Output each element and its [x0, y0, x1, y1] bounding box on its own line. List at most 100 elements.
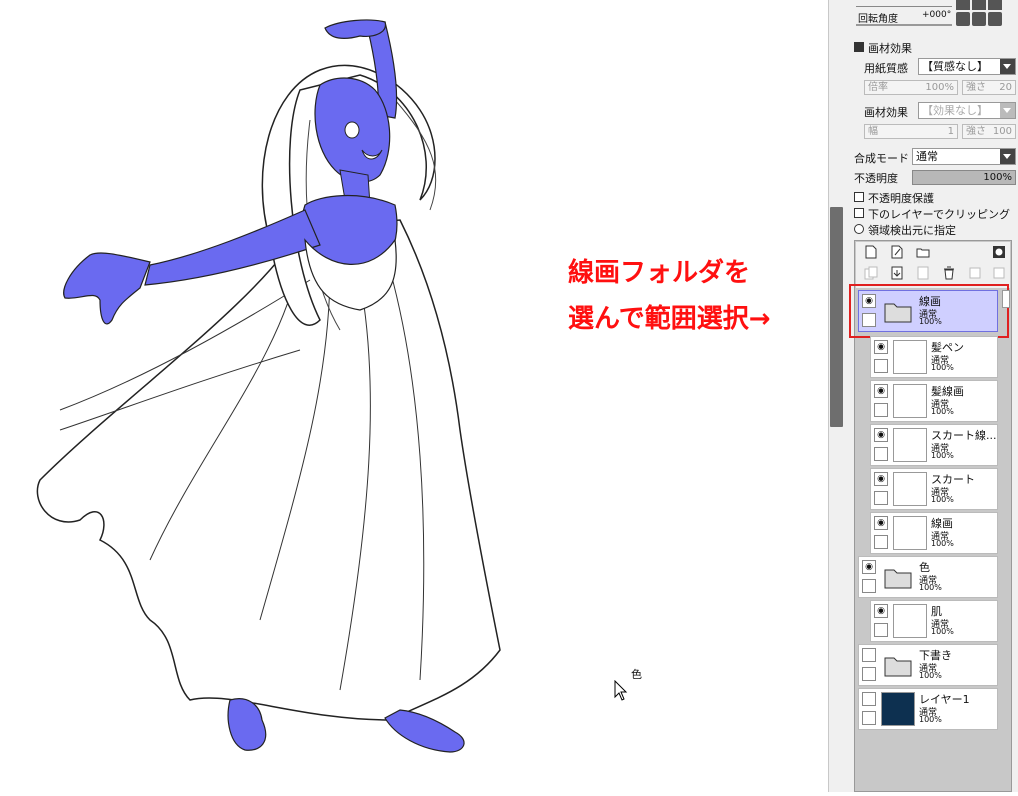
protect-opacity-checkbox[interactable]	[854, 192, 864, 202]
pen-lock-icon[interactable]	[874, 535, 888, 549]
layer-opacity: 100%	[931, 363, 954, 372]
rotation-label: 回転角度	[858, 14, 898, 25]
merge-down-icon[interactable]	[890, 266, 904, 280]
eye-icon[interactable]: ◉	[874, 604, 888, 618]
layer-item-skin[interactable]: ◉ 肌 通常 100%	[870, 600, 998, 642]
opacity-value: 100%	[983, 172, 1012, 183]
eye-icon[interactable]: ◉	[874, 472, 888, 486]
layer-mask-icon[interactable]	[992, 245, 1006, 259]
new-folder-icon[interactable]	[916, 245, 930, 259]
layer-item-hair-lineart[interactable]: ◉ 髪線画 通常 100%	[870, 380, 998, 422]
rotate-right-button[interactable]	[972, 12, 986, 26]
paper-strength-value: 20	[999, 82, 1012, 93]
pen-lock-icon[interactable]	[874, 491, 888, 505]
layer-opacity: 100%	[931, 495, 954, 504]
rotation-value: +000°	[922, 10, 952, 20]
annotation-line-2: 選んで範囲選択→	[568, 304, 771, 334]
copy-layer-icon[interactable]	[864, 266, 878, 280]
layer-opacity: 100%	[931, 407, 954, 416]
clip-lower-checkbox[interactable]	[854, 208, 864, 218]
effect-width-field: 幅 1	[864, 124, 958, 139]
delete-layer-icon[interactable]	[942, 266, 956, 280]
eye-hidden-icon[interactable]	[862, 692, 876, 706]
eye-hidden-icon[interactable]	[862, 648, 876, 662]
blend-mode-select[interactable]: 通常	[912, 148, 1016, 165]
layer-properties-icon[interactable]	[992, 266, 1006, 280]
new-pen-layer-icon[interactable]	[890, 245, 904, 259]
layer-opacity: 100%	[931, 627, 954, 636]
layer-thumbnail	[893, 516, 927, 550]
effect-strength-field: 強さ 100	[962, 124, 1016, 139]
eye-icon[interactable]: ◉	[874, 516, 888, 530]
layer-toolbar	[856, 242, 1010, 288]
zoom-slider[interactable]	[856, 0, 952, 7]
paper-rate-field: 倍率 100%	[864, 80, 958, 95]
paper-strength-field: 強さ 20	[962, 80, 1016, 95]
drawing-canvas[interactable]: 線画フォルダを 選んで範囲選択→ 色	[0, 0, 828, 792]
effect-strength-label: 強さ	[966, 126, 986, 137]
paper-select[interactable]: 【質感なし】	[918, 58, 1016, 75]
zoom-reset-button[interactable]	[988, 0, 1002, 10]
layer-thumbnail	[893, 340, 927, 374]
eye-icon[interactable]: ◉	[874, 428, 888, 442]
new-layer-icon[interactable]	[864, 245, 878, 259]
layer-opacity: 100%	[919, 715, 942, 724]
eye-icon[interactable]: ◉	[874, 384, 888, 398]
rotate-left-button[interactable]	[956, 12, 970, 26]
opacity-slider[interactable]: 100%	[912, 170, 1016, 185]
layer-list-scroll-thumb[interactable]	[1002, 290, 1010, 308]
layer-thumbnail	[893, 428, 927, 462]
effect-label: 画材効果	[864, 106, 908, 119]
blend-mode-label: 合成モード	[854, 152, 909, 165]
pen-lock-icon[interactable]	[862, 667, 876, 681]
folder-icon	[884, 569, 912, 589]
effect-strength-value: 100	[992, 126, 1012, 137]
effect-width-label: 幅	[868, 126, 878, 137]
layer-thumbnail	[893, 604, 927, 638]
eye-icon[interactable]: ◉	[874, 340, 888, 354]
layer-opacity: 100%	[931, 539, 954, 548]
pen-lock-icon[interactable]	[862, 711, 876, 725]
layer-item-skirt[interactable]: ◉ スカート 通常 100%	[870, 468, 998, 510]
layer-item-layer1[interactable]: レイヤー1 通常 100%	[858, 688, 998, 730]
selection-source-radio[interactable]	[854, 224, 864, 234]
effect-select-value: 【効果なし】	[922, 104, 988, 117]
annotation-line-1: 線画フォルダを	[568, 258, 751, 288]
character-illustration	[36, 19, 501, 753]
annotation-text: 線画フォルダを 選んで範囲選択→	[568, 250, 771, 342]
pen-lock-icon[interactable]	[862, 579, 876, 593]
protect-opacity-label: 不透明度保護	[868, 192, 934, 205]
rotation-slider[interactable]	[856, 24, 952, 26]
layer-item-sketch-folder[interactable]: 下書き 通常 100%	[858, 644, 998, 686]
dropdown-arrow-icon	[1000, 59, 1015, 74]
zoom-out-button[interactable]	[972, 0, 986, 10]
pen-lock-icon[interactable]	[874, 359, 888, 373]
dropdown-arrow-icon	[1000, 103, 1015, 118]
paper-rate-value: 100%	[925, 82, 954, 93]
clip-lower-label: 下のレイヤーでクリッピング	[868, 208, 1011, 221]
layer-thumbnail	[893, 384, 927, 418]
blend-mode-value: 通常	[916, 150, 938, 163]
opacity-label: 不透明度	[854, 172, 898, 185]
effect-width-value: 1	[947, 126, 954, 137]
eye-icon[interactable]: ◉	[862, 560, 876, 574]
paper-label: 用紙質感	[864, 62, 908, 75]
layer-item-skirt-lineart[interactable]: ◉ スカート線... 通常 100%	[870, 424, 998, 466]
clear-layer-icon[interactable]	[916, 266, 930, 280]
layer-thumbnail	[881, 692, 915, 726]
effect-select[interactable]: 【効果なし】	[918, 102, 1016, 119]
collapse-toggle-icon[interactable]	[854, 42, 864, 52]
zoom-in-button[interactable]	[956, 0, 970, 10]
texture-section-title: 画材効果	[868, 42, 912, 55]
transfer-layer-icon[interactable]	[968, 266, 982, 280]
selection-source-label: 領域検出元に指定	[868, 224, 956, 237]
layer-item-hair-pen[interactable]: ◉ 髪ペン 通常 100%	[870, 336, 998, 378]
pen-lock-icon[interactable]	[874, 403, 888, 417]
pen-lock-icon[interactable]	[874, 447, 888, 461]
pen-lock-icon[interactable]	[874, 623, 888, 637]
scrollbar-thumb[interactable]	[830, 207, 843, 427]
rotate-reset-button[interactable]	[988, 12, 1002, 26]
layer-item-color-folder[interactable]: ◉ 色 通常 100%	[858, 556, 998, 598]
layer-item-lineart[interactable]: ◉ 線画 通常 100%	[870, 512, 998, 554]
dropdown-arrow-icon	[1000, 149, 1015, 164]
